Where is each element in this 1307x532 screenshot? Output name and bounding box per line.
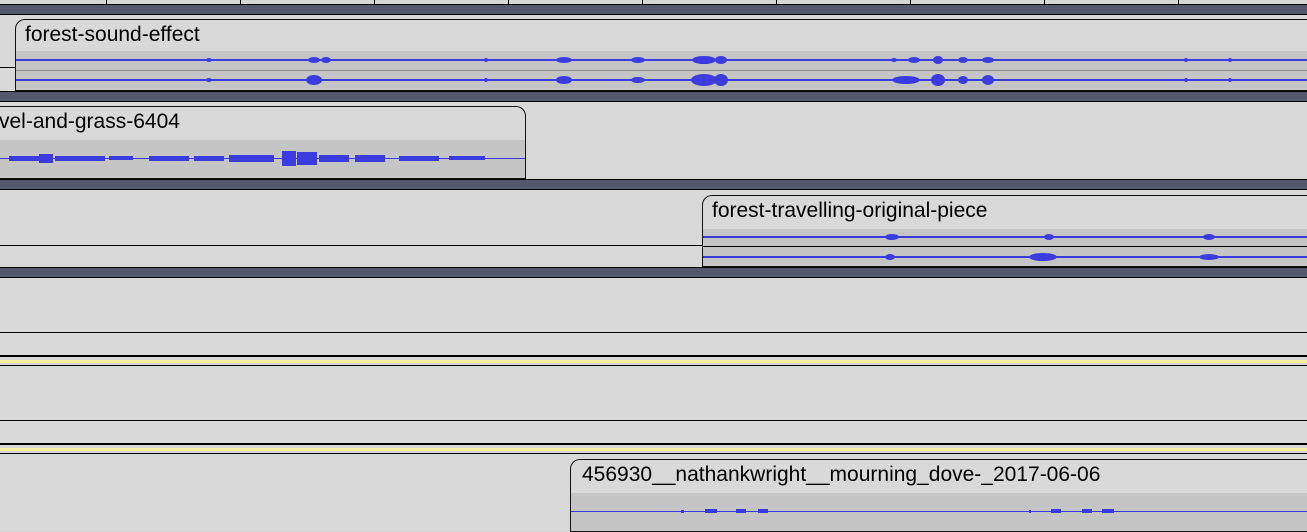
waveform-peaks xyxy=(206,56,1232,86)
track-baseline xyxy=(0,245,702,246)
track-baseline xyxy=(0,67,16,68)
track-separator xyxy=(0,5,1307,14)
selection-highlight xyxy=(0,448,1307,451)
track-separator-line xyxy=(0,355,1307,357)
waveform-peaks xyxy=(681,509,1114,513)
audio-track-5[interactable] xyxy=(0,366,1307,443)
track-separator xyxy=(0,268,1307,277)
audio-track-4[interactable] xyxy=(0,278,1307,355)
track-baseline xyxy=(0,420,1307,421)
track-baseline xyxy=(0,332,1307,333)
audio-clip-forest-travelling[interactable]: forest-travelling-original-piece xyxy=(702,195,1307,267)
audio-track-2[interactable]: vel-and-grass-6404 xyxy=(0,102,1307,179)
audio-clip-mourning-dove[interactable]: 456930__nathankwright__mourning_dove-_20… xyxy=(570,459,1307,532)
audio-track-3[interactable]: forest-travelling-original-piece xyxy=(0,190,1307,267)
audio-track-1[interactable]: forest-sound-effect xyxy=(0,15,1307,91)
waveform-peaks xyxy=(885,234,1219,261)
audio-clip-vel-and-grass[interactable]: vel-and-grass-6404 xyxy=(0,106,526,179)
waveform-peaks xyxy=(9,151,485,166)
audio-clip-forest-sound-effect[interactable]: forest-sound-effect xyxy=(15,19,1307,91)
selection-highlight xyxy=(0,360,1307,363)
audio-track-6[interactable]: 456930__nathankwright__mourning_dove-_20… xyxy=(0,454,1307,532)
track-separator xyxy=(0,180,1307,189)
track-separator-line xyxy=(0,443,1307,445)
track-separator xyxy=(0,92,1307,101)
